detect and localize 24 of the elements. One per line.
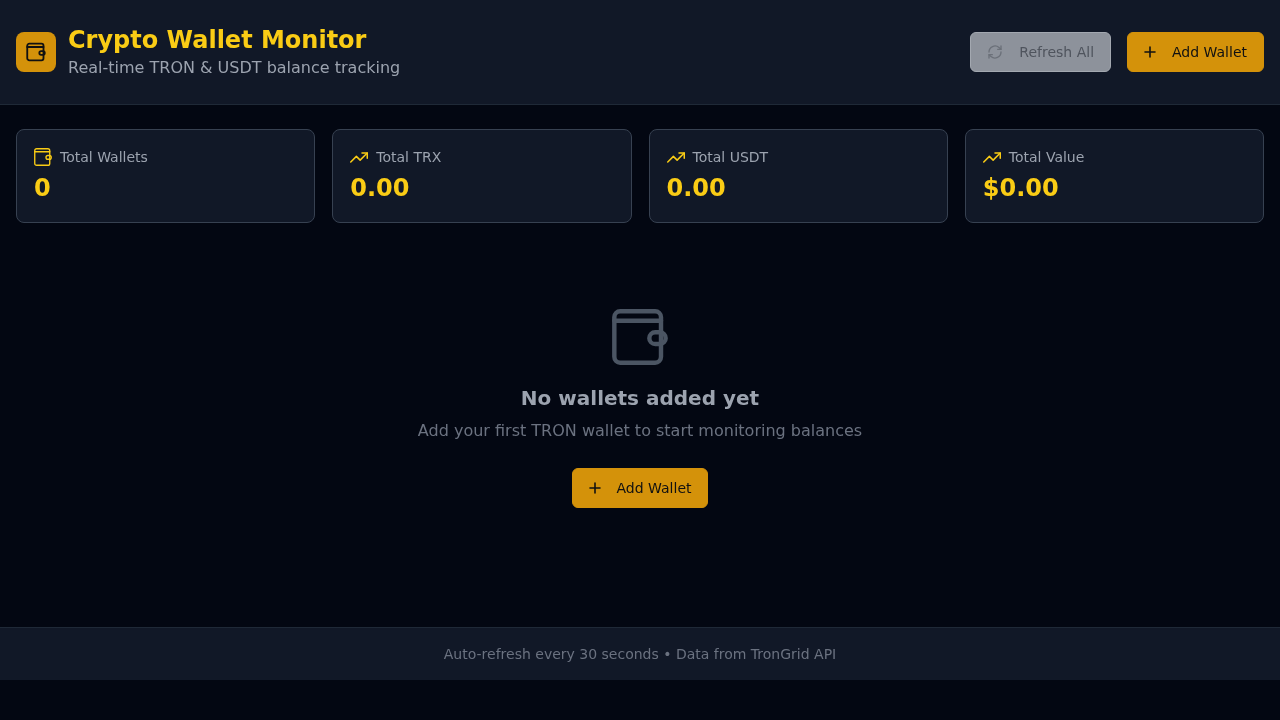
stat-label: Total Wallets — [60, 148, 148, 167]
stat-value: 0.00 — [350, 173, 410, 203]
stat-label: Total TRX — [376, 148, 442, 167]
trend-up-icon — [350, 151, 369, 163]
stat-label: Total USDT — [692, 148, 769, 167]
app-title: Crypto Wallet Monitor — [68, 25, 367, 56]
refresh-icon — [987, 44, 1004, 60]
plus-icon — [588, 482, 601, 494]
wallet-icon — [34, 148, 52, 166]
empty-state-title: No wallets added yet — [520, 385, 760, 412]
wallet-logo-icon — [16, 32, 56, 72]
app-subtitle: Real-time TRON & USDT balance tracking — [68, 57, 401, 79]
trend-up-icon — [982, 151, 1001, 163]
trend-up-icon — [666, 151, 685, 163]
empty-state-message: Add your first TRON wallet to start monitoring balances — [417, 420, 863, 442]
stat-value: $0.00 — [982, 173, 1059, 203]
stat-value: 0.00 — [666, 173, 726, 203]
plus-icon — [1144, 46, 1157, 58]
wallet-icon — [612, 309, 668, 365]
stat-value: 0 — [34, 173, 51, 203]
footer-text: Auto-refresh every 30 seconds • Data from TronGrid API — [443, 645, 837, 664]
stat-label: Total Value — [1008, 148, 1085, 167]
add-wallet-button[interactable]: Add Wallet — [1127, 32, 1264, 72]
add-wallet-button[interactable]: Add Wallet — [571, 468, 709, 508]
